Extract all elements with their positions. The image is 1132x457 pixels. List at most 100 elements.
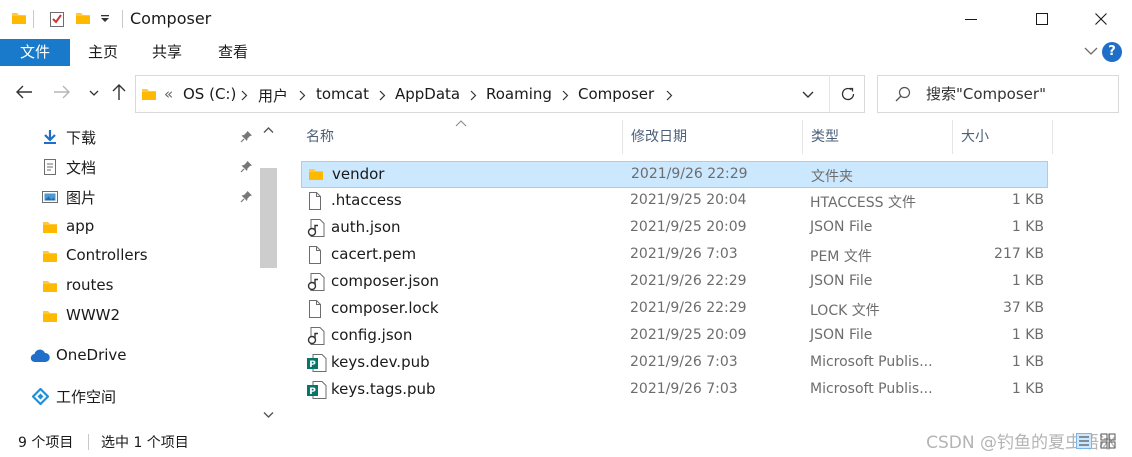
breadcrumb-tomcat[interactable]: tomcat bbox=[316, 85, 369, 103]
tab-share[interactable]: 共享 bbox=[146, 39, 188, 66]
file-icon bbox=[307, 192, 323, 210]
folder-icon bbox=[42, 219, 58, 235]
scroll-down-icon[interactable] bbox=[263, 411, 274, 419]
close-button[interactable] bbox=[1078, 0, 1124, 38]
up-arrow-icon[interactable] bbox=[111, 83, 127, 101]
chevron-right-icon[interactable] bbox=[299, 90, 306, 101]
search-box[interactable] bbox=[877, 75, 1119, 113]
column-header-type[interactable]: 类型 bbox=[803, 120, 953, 154]
pin-icon[interactable] bbox=[240, 190, 253, 203]
divider bbox=[33, 10, 34, 28]
large-icons-view-icon[interactable] bbox=[1100, 433, 1116, 449]
chevron-right-icon[interactable] bbox=[241, 90, 248, 101]
help-icon[interactable]: ? bbox=[1102, 42, 1122, 62]
nav-item-routes[interactable]: routes bbox=[0, 272, 258, 300]
file-row-auth-json[interactable]: auth.json 2021/9/25 20:09 JSON File 1 KB bbox=[301, 215, 1048, 242]
file-date: 2021/9/26 7:03 bbox=[630, 246, 738, 262]
chevron-down-icon[interactable] bbox=[1084, 44, 1098, 58]
file-row-keys-dev-pub[interactable]: P keys.dev.pub 2021/9/26 7:03 Microsoft … bbox=[301, 350, 1048, 377]
file-size: 1 KB bbox=[1011, 192, 1044, 208]
file-type: JSON File bbox=[810, 273, 873, 289]
navigation-bar: « OS (C:) 用户 tomcat AppData Roaming Comp… bbox=[0, 68, 1132, 120]
nav-item-controllers[interactable]: Controllers bbox=[0, 242, 258, 270]
json-file-icon bbox=[307, 219, 325, 237]
chevron-right-icon[interactable] bbox=[470, 90, 477, 101]
nav-item-app[interactable]: app bbox=[0, 213, 258, 241]
address-bar[interactable]: « OS (C:) 用户 tomcat AppData Roaming Comp… bbox=[135, 75, 865, 113]
folder-icon bbox=[308, 166, 324, 182]
new-folder-icon[interactable] bbox=[75, 10, 91, 26]
back-arrow-icon[interactable] bbox=[15, 84, 33, 100]
file-date: 2021/9/26 7:03 bbox=[630, 381, 738, 397]
download-icon bbox=[42, 129, 58, 145]
search-input[interactable] bbox=[926, 85, 1106, 103]
nav-item-label: Controllers bbox=[66, 246, 148, 264]
file-date: 2021/9/26 22:29 bbox=[630, 273, 747, 289]
file-list: 名称 修改日期 类型 大小 vendor 2021/9/26 22:29 文件夹… bbox=[282, 120, 1132, 427]
column-header-size[interactable]: 大小 bbox=[953, 120, 1053, 154]
file-row-keys-tags-pub[interactable]: P keys.tags.pub 2021/9/26 7:03 Microsoft… bbox=[301, 377, 1048, 404]
file-type: Microsoft Publis... bbox=[810, 354, 933, 370]
nav-item-documents[interactable]: 文档 bbox=[0, 153, 258, 181]
details-view-icon[interactable] bbox=[1076, 433, 1092, 449]
properties-checkmark-icon[interactable] bbox=[49, 10, 65, 28]
nav-item-downloads[interactable]: 下载 bbox=[0, 123, 258, 151]
pin-icon[interactable] bbox=[240, 160, 253, 173]
file-size: 1 KB bbox=[1011, 381, 1044, 397]
json-file-icon bbox=[307, 273, 325, 291]
breadcrumb-composer[interactable]: Composer bbox=[578, 85, 654, 103]
nav-item-pictures[interactable]: 图片 bbox=[0, 183, 258, 211]
breadcrumb-drive[interactable]: OS (C:) bbox=[183, 85, 236, 103]
file-row-htaccess[interactable]: .htaccess 2021/9/25 20:04 HTACCESS 文件 1 … bbox=[301, 188, 1048, 215]
file-size: 217 KB bbox=[994, 246, 1044, 262]
maximize-icon bbox=[1036, 13, 1048, 25]
tab-home[interactable]: 主页 bbox=[82, 39, 124, 66]
file-row-vendor[interactable]: vendor 2021/9/26 22:29 文件夹 bbox=[301, 161, 1048, 188]
file-name: composer.lock bbox=[331, 299, 439, 317]
breadcrumb-overflow[interactable]: « bbox=[164, 85, 173, 103]
column-header-date[interactable]: 修改日期 bbox=[623, 120, 803, 154]
svg-text:P: P bbox=[309, 387, 316, 397]
file-type: JSON File bbox=[810, 327, 873, 343]
refresh-button[interactable] bbox=[829, 75, 865, 113]
file-name: composer.json bbox=[331, 272, 440, 290]
recent-locations-chevron-icon[interactable] bbox=[89, 89, 99, 97]
folder-icon bbox=[42, 278, 58, 294]
file-row-cacert-pem[interactable]: cacert.pem 2021/9/26 7:03 PEM 文件 217 KB bbox=[301, 242, 1048, 269]
nav-item-www2[interactable]: WWW2 bbox=[0, 302, 258, 330]
nav-item-label: 图片 bbox=[66, 189, 97, 207]
chevron-right-icon[interactable] bbox=[379, 90, 386, 101]
navigation-pane-scrollbar[interactable] bbox=[258, 120, 279, 427]
file-name: keys.tags.pub bbox=[331, 380, 436, 398]
maximize-button[interactable] bbox=[1019, 0, 1065, 38]
document-icon bbox=[42, 159, 58, 175]
pin-icon[interactable] bbox=[240, 130, 253, 143]
chevron-right-icon[interactable] bbox=[562, 90, 569, 101]
scroll-up-icon[interactable] bbox=[263, 126, 274, 134]
file-row-composer-lock[interactable]: composer.lock 2021/9/26 22:29 LOCK 文件 37… bbox=[301, 296, 1048, 323]
file-date: 2021/9/26 22:29 bbox=[630, 300, 747, 316]
file-row-config-json[interactable]: config.json 2021/9/25 20:09 JSON File 1 … bbox=[301, 323, 1048, 350]
chevron-right-icon[interactable] bbox=[666, 90, 673, 101]
nav-item-workspace[interactable]: 工作空间 bbox=[0, 382, 258, 410]
title-bar: Composer bbox=[0, 0, 1132, 38]
file-name: keys.dev.pub bbox=[331, 353, 430, 371]
customize-toolbar-icon[interactable] bbox=[100, 14, 110, 24]
ribbon-tabs: 文件 主页 共享 查看 ? bbox=[0, 38, 1132, 68]
breadcrumb-roaming[interactable]: Roaming bbox=[486, 85, 552, 103]
file-type: JSON File bbox=[810, 219, 873, 235]
minimize-button[interactable] bbox=[948, 0, 994, 38]
tab-view[interactable]: 查看 bbox=[212, 39, 254, 66]
breadcrumb-appdata[interactable]: AppData bbox=[395, 85, 460, 103]
search-icon bbox=[895, 86, 911, 102]
tab-file[interactable]: 文件 bbox=[0, 39, 70, 66]
forward-arrow-icon[interactable] bbox=[53, 84, 71, 100]
scrollbar-thumb[interactable] bbox=[260, 168, 277, 268]
file-row-composer-json[interactable]: composer.json 2021/9/26 22:29 JSON File … bbox=[301, 269, 1048, 296]
file-icon bbox=[307, 246, 323, 264]
onedrive-icon bbox=[30, 349, 50, 363]
column-header-name[interactable]: 名称 bbox=[298, 120, 623, 154]
nav-item-onedrive[interactable]: OneDrive bbox=[0, 342, 258, 370]
address-history-chevron-icon[interactable] bbox=[802, 91, 814, 99]
breadcrumb-users[interactable]: 用户 bbox=[258, 85, 288, 106]
